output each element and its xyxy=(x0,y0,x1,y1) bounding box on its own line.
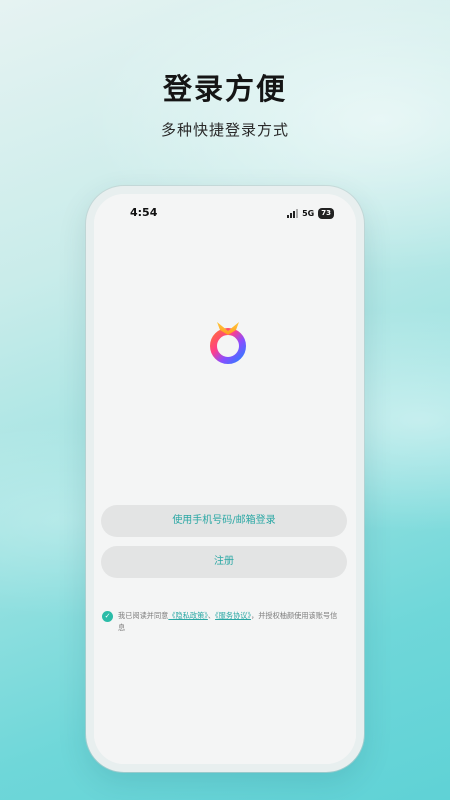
agreement-text: 我已阅读并同意《隐私政策》、《服务协议》，并授权柚颜使用该账号信息 xyxy=(118,610,344,634)
status-bar: 4:54 5G 73 xyxy=(94,206,356,224)
battery-icon: 73 xyxy=(318,208,334,219)
phone-screen: 4:54 5G 73 使用手机号码/邮箱登录 注册 ✓ 我已阅读并同意《隐私政策… xyxy=(94,194,356,764)
phone-mockup: 4:54 5G 73 使用手机号码/邮箱登录 注册 ✓ 我已阅读并同意《隐私政策… xyxy=(86,186,364,772)
agreement-row: ✓ 我已阅读并同意《隐私政策》、《服务协议》，并授权柚颜使用该账号信息 xyxy=(102,610,344,634)
promo-title: 登录方便 xyxy=(162,72,287,106)
status-indicators: 5G 73 xyxy=(287,208,334,219)
agreement-checkbox[interactable]: ✓ xyxy=(102,611,113,622)
app-logo-icon xyxy=(210,322,246,364)
agreement-separator: 、 xyxy=(207,611,216,620)
login-phone-email-button[interactable]: 使用手机号码/邮箱登录 xyxy=(101,505,347,537)
agreement-prefix: 我已阅读并同意 xyxy=(118,611,169,620)
network-type: 5G xyxy=(302,209,315,218)
service-agreement-link[interactable]: 《服务协议》 xyxy=(215,611,251,620)
signal-icon xyxy=(287,209,299,218)
status-time: 4:54 xyxy=(130,206,158,219)
privacy-policy-link[interactable]: 《隐私政策》 xyxy=(168,611,208,620)
promo-subtitle: 多种快捷登录方式 xyxy=(160,121,289,139)
register-button[interactable]: 注册 xyxy=(101,546,347,578)
